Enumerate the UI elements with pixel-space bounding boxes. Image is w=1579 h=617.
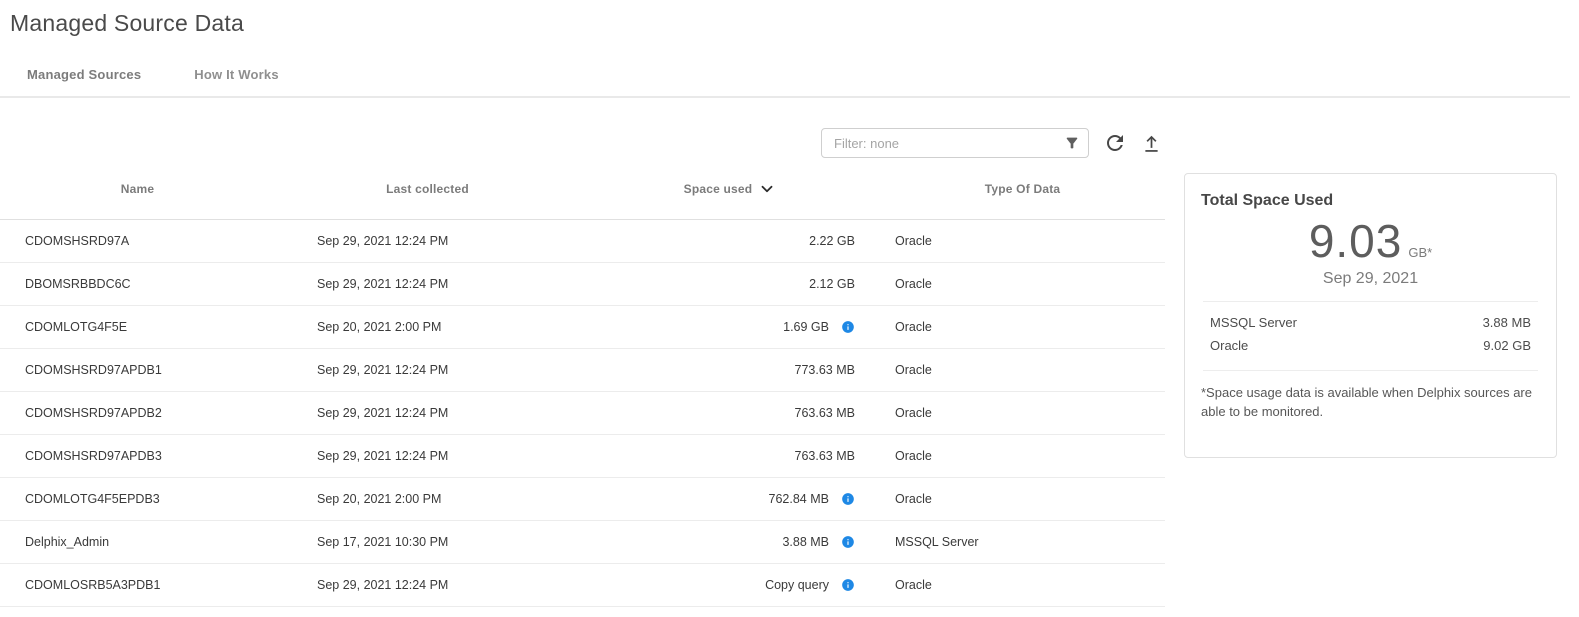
refresh-icon (1103, 143, 1127, 158)
total-space-number: 9.03 (1309, 215, 1403, 267)
cell-space-used: 763.63 MB (580, 406, 880, 420)
cell-name: CDOMSHSRD97APDB3 (0, 449, 275, 463)
table-toolbar (0, 128, 1165, 158)
info-icon[interactable] (841, 492, 855, 506)
panel-divider (1203, 370, 1538, 371)
cell-name: CDOMLOTG4F5EPDB3 (0, 492, 275, 506)
table-row[interactable]: CDOMSHSRD97APDB1 Sep 29, 2021 12:24 PM 7… (0, 349, 1165, 392)
column-header-type-of-data[interactable]: Type Of Data (880, 182, 1165, 196)
tab-how-it-works[interactable]: How It Works (194, 67, 279, 82)
cell-space-used: 2.22 GB (580, 234, 880, 248)
space-used-value[interactable]: 1.69 GB (783, 320, 829, 334)
table-row[interactable]: CDOMSHSRD97APDB2 Sep 29, 2021 12:24 PM 7… (0, 392, 1165, 435)
panel-footnote: *Space usage data is available when Delp… (1201, 384, 1533, 422)
total-space-value: 9.03 GB* (1201, 214, 1540, 268)
cell-space-used: 2.12 GB (580, 277, 880, 291)
space-used-value[interactable]: 763.63 MB (795, 406, 855, 420)
table-row[interactable]: Delphix_Admin Sep 17, 2021 10:30 PM 3.88… (0, 521, 1165, 564)
page-title: Managed Source Data (10, 10, 1579, 37)
space-used-value[interactable]: Copy query (765, 578, 829, 592)
column-header-space-used-label: Space used (684, 182, 753, 196)
export-button[interactable] (1141, 133, 1162, 154)
info-icon[interactable] (841, 578, 855, 592)
cell-type-of-data: MSSQL Server (880, 535, 1165, 549)
cell-space-used: 762.84 MB (580, 492, 880, 506)
table-row[interactable]: CDOMLOTG4F5EPDB3 Sep 20, 2021 2:00 PM 76… (0, 478, 1165, 521)
info-icon[interactable] (841, 535, 855, 549)
cell-type-of-data: Oracle (880, 492, 1165, 506)
space-used-value[interactable]: 2.12 GB (809, 277, 855, 291)
cell-last-collected: Sep 29, 2021 12:24 PM (275, 234, 580, 248)
breakdown-value: 9.02 GB (1483, 338, 1531, 353)
space-breakdown-list: MSSQL Server 3.88 MB Oracle 9.02 GB (1201, 311, 1540, 357)
cell-name: DBOMSRBBDC6C (0, 277, 275, 291)
cell-last-collected: Sep 20, 2021 2:00 PM (275, 320, 580, 334)
breakdown-row: MSSQL Server 3.88 MB (1201, 311, 1540, 334)
column-header-name[interactable]: Name (0, 182, 275, 196)
cell-space-used: 763.63 MB (580, 449, 880, 463)
table-row[interactable]: DBOMSRBBDC6C Sep 29, 2021 12:24 PM 2.12 … (0, 263, 1165, 306)
cell-last-collected: Sep 17, 2021 10:30 PM (275, 535, 580, 549)
cell-last-collected: Sep 29, 2021 12:24 PM (275, 277, 580, 291)
cell-name: Delphix_Admin (0, 535, 275, 549)
breakdown-label: Oracle (1210, 338, 1248, 353)
cell-name: CDOMLOSRB5A3PDB1 (0, 578, 275, 592)
table-row[interactable]: CDOMSHSRD97APDB3 Sep 29, 2021 12:24 PM 7… (0, 435, 1165, 478)
breakdown-value: 3.88 MB (1483, 315, 1531, 330)
main-content: Name Last collected Space used Type Of D… (0, 98, 1579, 607)
filter-input[interactable] (821, 128, 1089, 158)
table-header-row: Name Last collected Space used Type Of D… (0, 158, 1165, 220)
space-used-value[interactable]: 3.88 MB (782, 535, 829, 549)
cell-last-collected: Sep 29, 2021 12:24 PM (275, 363, 580, 377)
space-used-value[interactable]: 762.84 MB (769, 492, 829, 506)
cell-space-used: 773.63 MB (580, 363, 880, 377)
cell-name: CDOMLOTG4F5E (0, 320, 275, 334)
table-row[interactable]: CDOMSHSRD97A Sep 29, 2021 12:24 PM 2.22 … (0, 220, 1165, 263)
cell-type-of-data: Oracle (880, 277, 1165, 291)
total-space-unit: GB* (1408, 245, 1432, 260)
table-body: CDOMSHSRD97A Sep 29, 2021 12:24 PM 2.22 … (0, 220, 1165, 607)
space-used-value[interactable]: 773.63 MB (795, 363, 855, 377)
table-row[interactable]: CDOMLOTG4F5E Sep 20, 2021 2:00 PM 1.69 G… (0, 306, 1165, 349)
cell-type-of-data: Oracle (880, 363, 1165, 377)
cell-type-of-data: Oracle (880, 449, 1165, 463)
panel-divider (1203, 301, 1538, 302)
cell-name: CDOMSHSRD97APDB1 (0, 363, 275, 377)
filter-box (821, 128, 1089, 158)
panel-title: Total Space Used (1201, 192, 1540, 210)
refresh-button[interactable] (1103, 131, 1127, 155)
cell-last-collected: Sep 20, 2021 2:00 PM (275, 492, 580, 506)
upload-icon (1141, 142, 1162, 157)
total-space-used-panel: Total Space Used 9.03 GB* Sep 29, 2021 MS… (1184, 173, 1557, 458)
info-icon[interactable] (841, 320, 855, 334)
cell-last-collected: Sep 29, 2021 12:24 PM (275, 578, 580, 592)
cell-type-of-data: Oracle (880, 406, 1165, 420)
cell-type-of-data: Oracle (880, 234, 1165, 248)
total-space-date: Sep 29, 2021 (1201, 270, 1540, 288)
cell-last-collected: Sep 29, 2021 12:24 PM (275, 406, 580, 420)
cell-space-used: Copy query (580, 578, 880, 592)
space-used-value[interactable]: 763.63 MB (795, 449, 855, 463)
managed-sources-table-area: Name Last collected Space used Type Of D… (0, 98, 1165, 607)
cell-space-used: 1.69 GB (580, 320, 880, 334)
table-row[interactable]: CDOMLOSRB5A3PDB1 Sep 29, 2021 12:24 PM C… (0, 564, 1165, 607)
cell-name: CDOMSHSRD97APDB2 (0, 406, 275, 420)
cell-name: CDOMSHSRD97A (0, 234, 275, 248)
cell-type-of-data: Oracle (880, 578, 1165, 592)
breakdown-label: MSSQL Server (1210, 315, 1297, 330)
column-header-last-collected[interactable]: Last collected (275, 182, 580, 196)
cell-last-collected: Sep 29, 2021 12:24 PM (275, 449, 580, 463)
tab-bar: Managed Sources How It Works (27, 67, 1579, 96)
column-header-space-used[interactable]: Space used (580, 180, 880, 198)
cell-type-of-data: Oracle (880, 320, 1165, 334)
chevron-down-icon[interactable] (758, 180, 776, 198)
filter-funnel-icon[interactable] (1064, 135, 1080, 151)
tab-managed-sources[interactable]: Managed Sources (27, 67, 141, 82)
space-used-value[interactable]: 2.22 GB (809, 234, 855, 248)
cell-space-used: 3.88 MB (580, 535, 880, 549)
breakdown-row: Oracle 9.02 GB (1201, 334, 1540, 357)
